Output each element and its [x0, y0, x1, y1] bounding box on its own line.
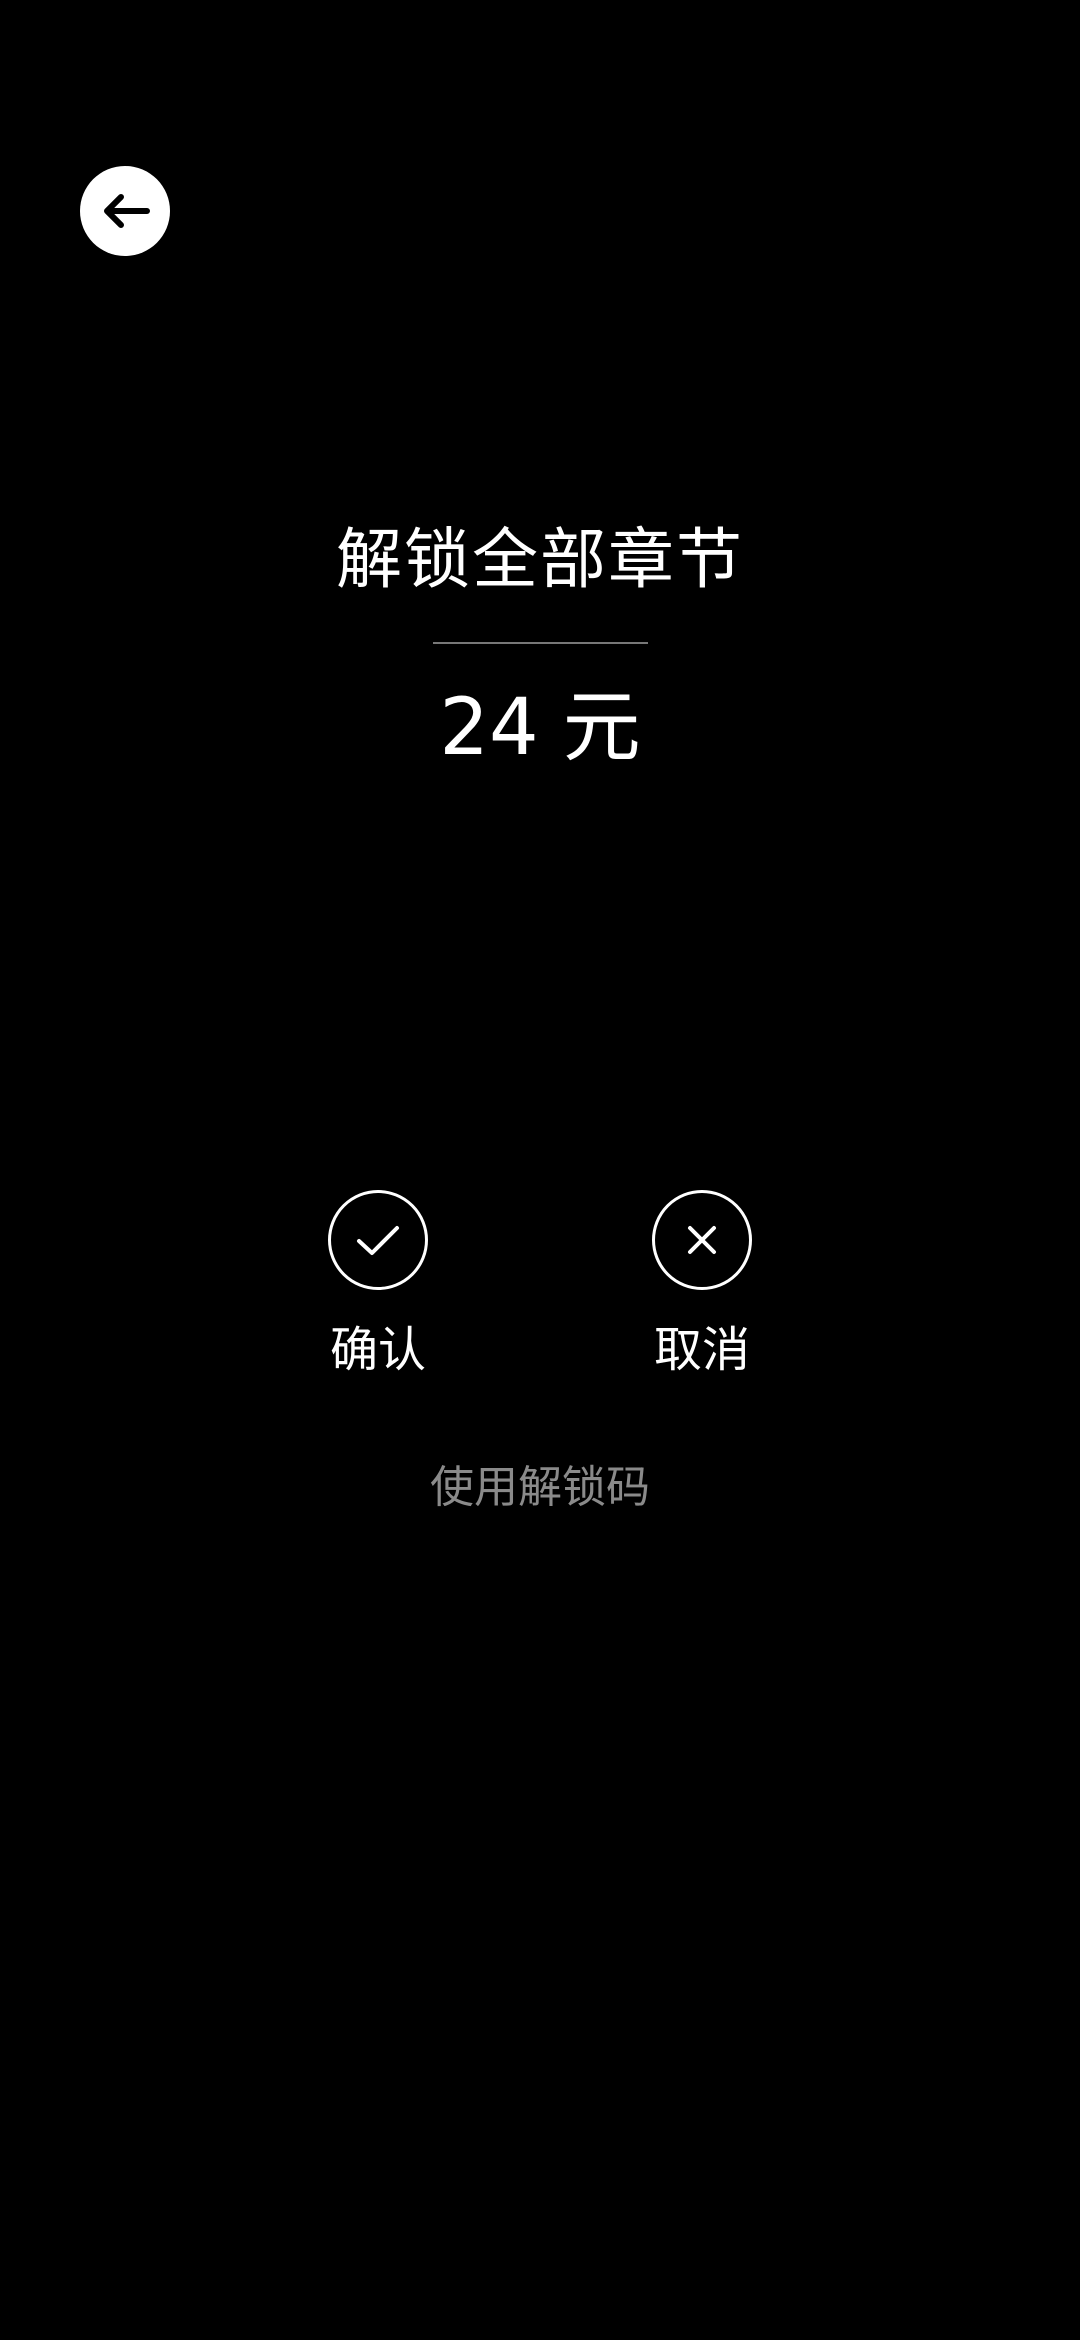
- confirm-label: 确认: [329, 1322, 426, 1378]
- price-unit: 元: [562, 683, 641, 773]
- cancel-label: 取消: [653, 1322, 750, 1378]
- page-title: 解锁全部章节: [336, 521, 744, 598]
- price: 24 元: [0, 680, 1080, 776]
- check-circle-icon: [328, 1190, 428, 1290]
- back-button[interactable]: [80, 166, 170, 256]
- arrow-left-icon: [99, 191, 151, 231]
- unlock-code-link[interactable]: 使用解锁码: [0, 1458, 1080, 1518]
- close-circle-icon: [652, 1190, 752, 1290]
- confirm-button[interactable]: 确认: [298, 1190, 458, 1382]
- divider: [433, 642, 648, 644]
- cancel-button[interactable]: 取消: [622, 1190, 782, 1382]
- price-amount: 24: [439, 683, 539, 773]
